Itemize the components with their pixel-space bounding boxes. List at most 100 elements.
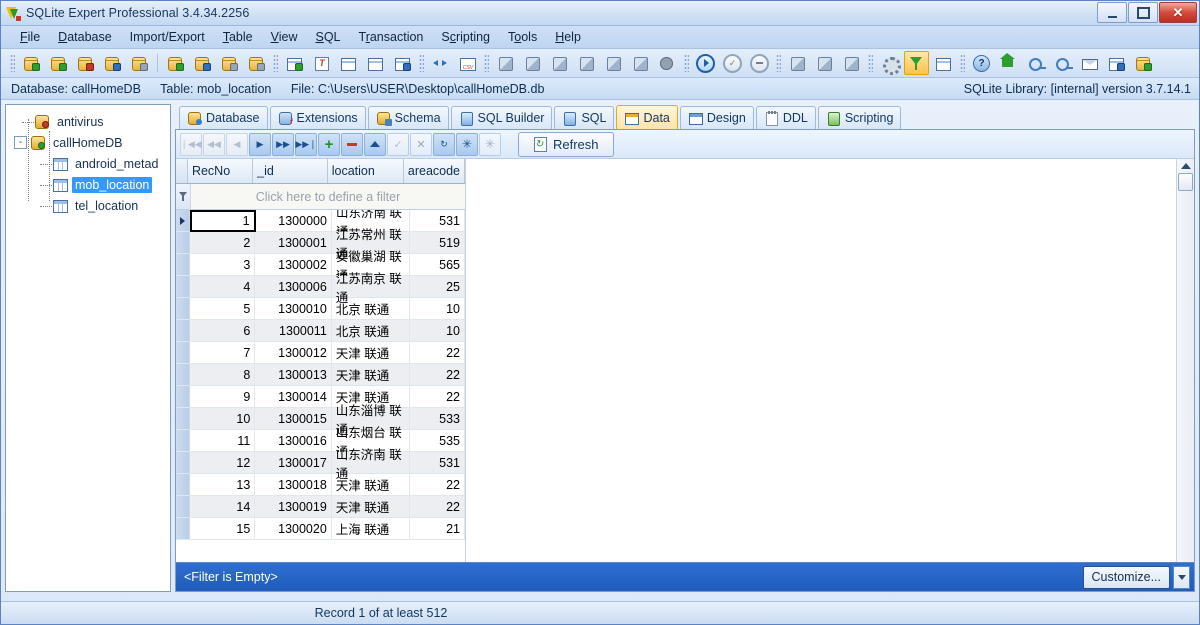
commit-icon[interactable]: ✓ (720, 51, 745, 75)
cell-id[interactable]: 1300002 (255, 254, 332, 276)
sql-new-icon[interactable] (628, 51, 653, 75)
cell-location[interactable]: 天津 联通 (331, 342, 411, 364)
table-row[interactable]: 6 1300011 北京 联通 10 (176, 320, 465, 342)
table-row[interactable]: 13 1300018 天津 联通 22 (176, 474, 465, 496)
cell-recno[interactable]: 5 (189, 298, 256, 320)
tab-schema[interactable]: Schema (367, 106, 449, 129)
scroll-up-icon[interactable] (1180, 163, 1191, 169)
column-header-id[interactable]: _id (253, 159, 328, 183)
cell-recno[interactable]: 7 (189, 342, 256, 364)
minimize-button[interactable] (1097, 2, 1127, 23)
cell-areacode[interactable]: 531 (410, 452, 465, 474)
tree-node-callhomedb[interactable]: - callHomeDB (8, 132, 168, 153)
tab-design[interactable]: Design (679, 106, 754, 129)
insert-record-button[interactable]: + (318, 132, 340, 156)
tree-expander[interactable]: - (14, 136, 27, 149)
toolbar-grip-3[interactable] (419, 54, 424, 72)
cell-location[interactable]: 天津 联通 (331, 496, 411, 518)
cell-location[interactable]: 山东济南 联通 (331, 448, 411, 481)
email-icon[interactable] (1077, 51, 1102, 75)
next-record-button[interactable]: ▶ (249, 132, 271, 156)
grid-view-icon[interactable] (363, 51, 388, 75)
cell-id[interactable]: 1300017 (255, 452, 332, 474)
menu-table[interactable]: Table (214, 27, 262, 47)
index-icon[interactable] (785, 51, 810, 75)
table-row[interactable]: 11 1300016 山东烟台 联通 535 (176, 426, 465, 459)
cell-id[interactable]: 1300020 (255, 518, 332, 540)
tab-ddl[interactable]: DDL (755, 106, 816, 129)
export-csv-icon[interactable] (455, 51, 480, 75)
filter-row[interactable]: Click here to define a filter (176, 184, 465, 210)
cell-recno[interactable]: 1 (189, 210, 256, 232)
cell-id[interactable]: 1300012 (255, 342, 332, 364)
execute-icon[interactable] (693, 51, 718, 75)
next-page-button[interactable]: ▶▶ (272, 132, 294, 156)
delete-record-button[interactable] (341, 132, 363, 156)
menu-scripting[interactable]: Scripting (432, 27, 499, 47)
stop-icon[interactable] (655, 51, 680, 75)
menu-transaction[interactable]: Transaction (350, 27, 433, 47)
customize-button[interactable]: Customize... (1082, 565, 1170, 589)
toolbar-grip[interactable] (10, 54, 15, 72)
tab-data[interactable]: Data (616, 105, 678, 129)
cell-id[interactable]: 1300019 (255, 496, 332, 518)
tree-node-tel-location[interactable]: tel_location (8, 195, 168, 216)
cell-id[interactable]: 1300016 (255, 430, 332, 452)
cell-recno[interactable]: 2 (189, 232, 256, 254)
cell-areacode[interactable]: 533 (410, 408, 465, 430)
cell-id[interactable]: 1300001 (255, 232, 332, 254)
table-row[interactable]: 14 1300019 天津 联通 22 (176, 496, 465, 518)
post-edit-button[interactable]: ✓ (387, 132, 409, 156)
toolbar-grip-6[interactable] (776, 54, 781, 72)
cell-location[interactable]: 天津 联通 (331, 364, 411, 386)
cell-recno[interactable]: 6 (189, 320, 256, 342)
sql-history-icon[interactable] (520, 51, 545, 75)
tab-scripting[interactable]: Scripting (817, 106, 902, 129)
cell-areacode[interactable]: 22 (410, 474, 465, 496)
filter-dropdown-button[interactable] (1173, 565, 1190, 589)
refresh-button[interactable]: ↻ Refresh (518, 131, 614, 157)
cell-areacode[interactable]: 22 (410, 342, 465, 364)
filter-placeholder[interactable]: Click here to define a filter (191, 184, 465, 209)
cell-id[interactable]: 1300013 (255, 364, 332, 386)
edit-record-button[interactable] (364, 132, 386, 156)
cell-location[interactable]: 上海 联通 (331, 518, 411, 540)
cell-recno[interactable]: 12 (189, 452, 256, 474)
refresh-schema-icon[interactable] (336, 51, 361, 75)
table-row[interactable]: 3 1300002 安徽巢湖 联通 565 (176, 250, 465, 283)
column-layout-icon[interactable] (931, 51, 956, 75)
menu-help[interactable]: Help (546, 27, 590, 47)
text-field-icon[interactable]: T (309, 51, 334, 75)
cell-recno[interactable]: 4 (189, 276, 256, 298)
transfer-data-icon[interactable] (428, 51, 453, 75)
grid-vertical-scrollbar[interactable] (1176, 159, 1194, 562)
about-icon[interactable] (1131, 51, 1156, 75)
run-sql-icon[interactable] (493, 51, 518, 75)
table-row[interactable]: 10 1300015 山东淄博 联通 533 (176, 404, 465, 437)
cell-areacode[interactable]: 21 (410, 518, 465, 540)
table-row[interactable]: 8 1300013 天津 联通 22 (176, 364, 465, 386)
first-record-button[interactable]: ❘◀◀ (180, 132, 202, 156)
register-key-icon[interactable] (1050, 51, 1075, 75)
menu-sql[interactable]: SQL (306, 27, 349, 47)
cell-location[interactable]: 江苏南京 联通 (331, 272, 411, 305)
cell-recno[interactable]: 14 (189, 496, 256, 518)
last-record-button[interactable]: ▶▶❘ (295, 132, 317, 156)
cell-id[interactable]: 1300014 (255, 386, 332, 408)
menu-view[interactable]: View (262, 27, 307, 47)
cell-id[interactable]: 1300015 (255, 408, 332, 430)
table-row[interactable]: 1 1300000 山东济南 联通 531 (176, 210, 465, 239)
prior-record-button[interactable]: ◀ (226, 132, 248, 156)
new-database-icon[interactable] (46, 51, 71, 75)
cell-areacode[interactable]: 535 (410, 430, 465, 452)
table-row[interactable]: 7 1300012 天津 联通 22 (176, 342, 465, 364)
tab-sql[interactable]: SQL (554, 106, 615, 129)
cell-areacode[interactable]: 531 (410, 210, 465, 232)
maximize-button[interactable] (1128, 2, 1158, 23)
tab-extensions[interactable]: f Extensions (269, 106, 366, 129)
tree-node-antivirus[interactable]: antivirus (8, 111, 168, 132)
detach-database-icon[interactable] (190, 51, 215, 75)
sql-builder-icon[interactable] (547, 51, 572, 75)
toolbar-grip-5[interactable] (684, 54, 689, 72)
cell-areacode[interactable]: 25 (410, 276, 465, 298)
